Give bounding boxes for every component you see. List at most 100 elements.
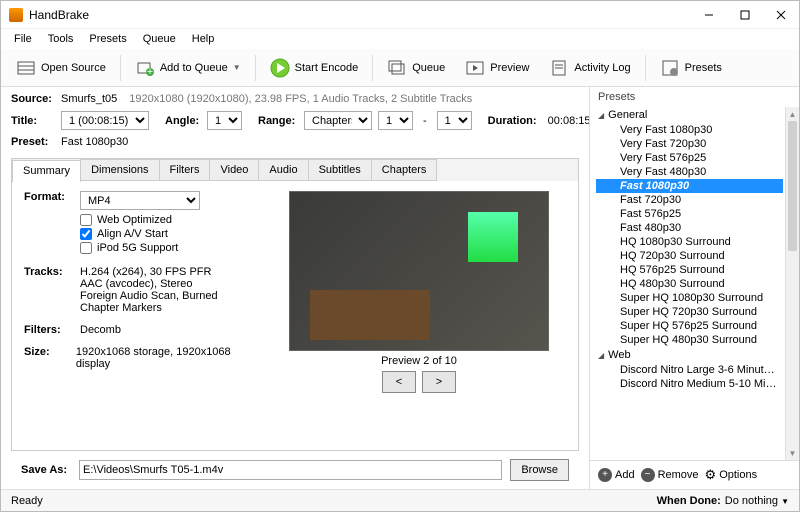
titlebar: HandBrake — [1, 1, 799, 29]
format-label: Format: — [24, 191, 80, 256]
left-panel: Source: Smurfs_t05 1920x1080 (1920x1080)… — [1, 87, 589, 489]
preset-item[interactable]: HQ 576p25 Surround — [596, 263, 783, 277]
preset-item[interactable]: Fast 576p25 — [596, 207, 783, 221]
preview-nav: < > — [382, 371, 456, 393]
track-line: Foreign Audio Scan, Burned — [80, 290, 218, 302]
add-to-queue-label: Add to Queue — [160, 62, 228, 74]
preset-item[interactable]: Very Fast 1080p30 — [596, 123, 783, 137]
preset-item[interactable]: Fast 720p30 — [596, 193, 783, 207]
options-preset-button[interactable]: ⚙Options — [705, 467, 758, 483]
web-optimized-label: Web Optimized — [97, 214, 172, 226]
title-row: Title: 1 (00:08:15) Angle: 1 Range: Chap… — [11, 111, 579, 130]
activity-log-button[interactable]: Activity Log — [540, 53, 639, 83]
presets-header: Presets — [590, 87, 799, 107]
tab-dimensions[interactable]: Dimensions — [80, 159, 159, 181]
menubar: File Tools Presets Queue Help — [1, 29, 799, 49]
preset-scrollbar[interactable]: ▲ ▼ — [785, 107, 799, 460]
size-field: Size: 1920x1068 storage, 1920x1068 displ… — [24, 346, 254, 370]
track-line: AAC (avcodec), Stereo — [80, 278, 218, 290]
preset-item[interactable]: Fast 480p30 — [596, 221, 783, 235]
preview-image — [289, 191, 549, 351]
menu-tools[interactable]: Tools — [41, 31, 81, 47]
close-button[interactable] — [763, 1, 799, 29]
align-av-checkbox[interactable] — [80, 228, 92, 240]
browse-button[interactable]: Browse — [510, 459, 569, 481]
add-to-queue-button[interactable]: + Add to Queue ▼ — [126, 53, 250, 83]
ipod-label: iPod 5G Support — [97, 242, 178, 254]
status-text: Ready — [11, 495, 43, 507]
when-done-select[interactable]: Do nothing ▼ — [725, 495, 789, 507]
preset-item[interactable]: Very Fast 720p30 — [596, 137, 783, 151]
preset-item[interactable]: Super HQ 1080p30 Surround — [596, 291, 783, 305]
save-as-input[interactable] — [79, 460, 502, 480]
summary-left-column: Format: MP4 Web Optimized Align A/V Star… — [24, 191, 254, 440]
range-type-select[interactable]: Chapters — [304, 111, 372, 130]
tab-subtitles[interactable]: Subtitles — [308, 159, 372, 181]
menu-file[interactable]: File — [7, 31, 39, 47]
preset-item[interactable]: Super HQ 576p25 Surround — [596, 319, 783, 333]
preset-item[interactable]: Fast 1080p30 — [596, 179, 783, 193]
preset-item[interactable]: Very Fast 480p30 — [596, 165, 783, 179]
filters-label: Filters: — [24, 324, 80, 336]
preview-next-button[interactable]: > — [422, 371, 456, 393]
svg-text:+: + — [147, 66, 153, 78]
web-optimized-checkbox[interactable] — [80, 214, 92, 226]
preset-group[interactable]: General — [596, 107, 783, 123]
tab-video[interactable]: Video — [209, 159, 259, 181]
menu-queue[interactable]: Queue — [136, 31, 183, 47]
preset-item[interactable]: Discord Nitro Large 3-6 Minutes 1080p — [596, 363, 783, 377]
ipod-checkbox[interactable] — [80, 242, 92, 254]
tab-filters[interactable]: Filters — [159, 159, 211, 181]
minimize-button[interactable] — [691, 1, 727, 29]
app-title: HandBrake — [29, 8, 89, 22]
tab-chapters[interactable]: Chapters — [371, 159, 438, 181]
range-to-select[interactable]: 1 — [437, 111, 472, 130]
format-select[interactable]: MP4 — [80, 191, 200, 210]
title-select[interactable]: 1 (00:08:15) — [61, 111, 149, 130]
preset-item[interactable]: Very Fast 576p25 — [596, 151, 783, 165]
preview-button[interactable]: Preview — [456, 53, 538, 83]
preset-item[interactable]: Super HQ 480p30 Surround — [596, 333, 783, 347]
source-info: 1920x1080 (1920x1080), 23.98 FPS, 1 Audi… — [129, 93, 472, 105]
angle-select[interactable]: 1 — [207, 111, 242, 130]
preset-group[interactable]: Web — [596, 347, 783, 363]
add-preset-button[interactable]: +Add — [598, 468, 635, 482]
scroll-down-icon[interactable]: ▼ — [786, 446, 799, 460]
preset-list[interactable]: GeneralVery Fast 1080p30Very Fast 720p30… — [590, 107, 785, 460]
menu-presets[interactable]: Presets — [82, 31, 133, 47]
range-from-select[interactable]: 1 — [378, 111, 413, 130]
menu-help[interactable]: Help — [185, 31, 222, 47]
preview-prev-button[interactable]: < — [382, 371, 416, 393]
presets-button[interactable]: Presets — [651, 53, 731, 83]
tabs-container: Summary Dimensions Filters Video Audio S… — [11, 158, 579, 451]
start-encode-button[interactable]: Start Encode — [261, 53, 368, 83]
separator — [645, 55, 646, 81]
tab-audio[interactable]: Audio — [258, 159, 308, 181]
align-av-label: Align A/V Start — [97, 228, 168, 240]
source-label: Source: — [11, 93, 55, 105]
range-label: Range: — [258, 115, 298, 127]
start-encode-label: Start Encode — [295, 62, 359, 74]
tab-summary[interactable]: Summary — [12, 160, 81, 182]
toolbar: Open Source + Add to Queue ▼ Start Encod… — [1, 49, 799, 87]
preset-item[interactable]: HQ 720p30 Surround — [596, 249, 783, 263]
preview-label: Preview — [490, 62, 529, 74]
preset-item[interactable]: HQ 1080p30 Surround — [596, 235, 783, 249]
preset-item[interactable]: Discord Nitro Medium 5-10 Minutes 720p — [596, 377, 783, 391]
chevron-down-icon: ▼ — [781, 497, 789, 506]
remove-preset-button[interactable]: −Remove — [641, 468, 699, 482]
scroll-thumb[interactable] — [788, 121, 797, 251]
separator — [120, 55, 121, 81]
maximize-button[interactable] — [727, 1, 763, 29]
queue-button[interactable]: Queue — [378, 53, 454, 83]
tracks-list: H.264 (x264), 30 FPS PFR AAC (avcodec), … — [80, 266, 218, 314]
open-source-label: Open Source — [41, 62, 106, 74]
title-label: Title: — [11, 115, 55, 127]
presets-footer: +Add −Remove ⚙Options — [590, 460, 799, 489]
preset-item[interactable]: HQ 480p30 Surround — [596, 277, 783, 291]
preset-item[interactable]: Super HQ 720p30 Surround — [596, 305, 783, 319]
open-source-button[interactable]: Open Source — [7, 53, 115, 83]
tab-body: Format: MP4 Web Optimized Align A/V Star… — [12, 181, 578, 450]
size-label: Size: — [24, 346, 76, 370]
scroll-up-icon[interactable]: ▲ — [786, 107, 799, 121]
